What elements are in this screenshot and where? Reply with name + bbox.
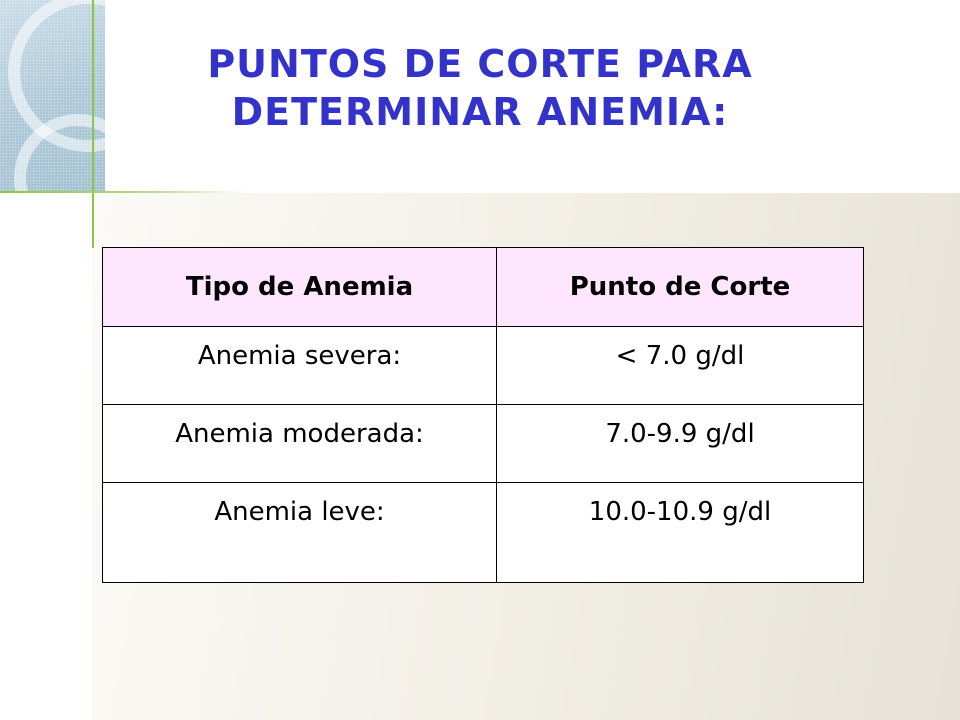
decorative-corner xyxy=(0,0,105,193)
cell-cutoff-value: 7.0-9.9 g/dl xyxy=(496,404,864,483)
table-row: Anemia moderada: 7.0-9.9 g/dl xyxy=(102,404,864,483)
table-row: Anemia severa: < 7.0 g/dl xyxy=(102,326,864,405)
cell-anemia-type: Anemia severa: xyxy=(102,326,497,405)
cell-cutoff-value: 10.0-10.9 g/dl xyxy=(496,482,864,583)
cell-cutoff-value: < 7.0 g/dl xyxy=(496,326,864,405)
title-line-2: DETERMINAR ANEMIA: xyxy=(231,90,729,134)
anemia-cutoff-table: Tipo de Anemia Punto de Corte Anemia sev… xyxy=(102,247,864,583)
page-title: PUNTOS DE CORTE PARA DETERMINAR ANEMIA: xyxy=(120,40,840,136)
cell-anemia-type: Anemia moderada: xyxy=(102,404,497,483)
title-line-1: PUNTOS DE CORTE PARA xyxy=(207,42,753,86)
accent-line-horizontal xyxy=(0,191,248,193)
header-punto-de-corte: Punto de Corte xyxy=(496,247,864,327)
cell-anemia-type: Anemia leve: xyxy=(102,482,497,583)
header-tipo-de-anemia: Tipo de Anemia xyxy=(102,247,497,327)
table-header-row: Tipo de Anemia Punto de Corte xyxy=(102,247,864,327)
left-margin xyxy=(0,193,92,720)
table-row: Anemia leve: 10.0-10.9 g/dl xyxy=(102,482,864,583)
decorative-circles-icon xyxy=(8,0,105,193)
accent-line-vertical xyxy=(92,0,94,248)
slide: PUNTOS DE CORTE PARA DETERMINAR ANEMIA: … xyxy=(0,0,960,720)
